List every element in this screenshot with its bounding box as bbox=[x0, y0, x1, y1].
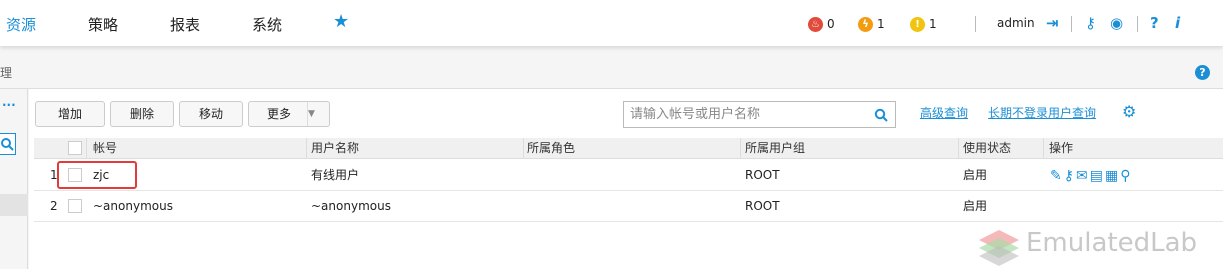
current-user[interactable]: admin bbox=[997, 16, 1035, 30]
gear-icon[interactable]: ⚙ bbox=[1122, 102, 1136, 121]
exclamation-icon: ! bbox=[910, 17, 925, 32]
warning-alarm-status[interactable]: ϟ1 bbox=[858, 16, 885, 32]
state-cell: 启用 bbox=[963, 168, 988, 182]
left-tree-panel bbox=[0, 89, 28, 269]
nav-reports[interactable]: 报表 bbox=[170, 0, 200, 46]
table-header: 帐号 用户名称 所属角色 所属用户组 使用状态 操作 bbox=[34, 138, 1223, 159]
tree-selected-node[interactable] bbox=[0, 194, 28, 216]
key-icon[interactable]: ⚷ bbox=[1085, 14, 1096, 32]
nav-resources[interactable]: 资源 bbox=[6, 0, 36, 46]
search-placeholder: 请输入帐号或用户名称 bbox=[630, 107, 761, 122]
column-divider bbox=[523, 138, 524, 159]
column-divider bbox=[1043, 138, 1044, 159]
add-button[interactable]: 增加 bbox=[35, 101, 105, 127]
divider bbox=[975, 16, 976, 32]
help-icon[interactable]: ? bbox=[1150, 14, 1159, 32]
highlight-annotation bbox=[57, 161, 137, 189]
search-icon bbox=[1, 138, 14, 151]
detail-search-icon[interactable]: ▦ bbox=[1105, 168, 1120, 184]
fire-icon: ♨ bbox=[808, 17, 823, 32]
column-state[interactable]: 使用状态 bbox=[963, 138, 1011, 159]
info-icon[interactable]: i bbox=[1175, 14, 1180, 32]
state-cell: 启用 bbox=[963, 199, 988, 213]
export-icon[interactable]: ▤ bbox=[1090, 168, 1105, 184]
nav-policy[interactable]: 策略 bbox=[88, 0, 118, 46]
row-actions: ✎⚷✉▤▦⚲ bbox=[1050, 168, 1132, 184]
table-row[interactable]: 2 ~anonymous ~anonymous ROOT 启用 bbox=[34, 191, 1223, 222]
advanced-search-link[interactable]: 高级查询 bbox=[920, 104, 968, 121]
row-index: 2 bbox=[50, 199, 58, 213]
settings-eye-icon[interactable]: ◉ bbox=[1110, 14, 1123, 32]
chevron-down-icon: ▼ bbox=[307, 102, 329, 126]
top-navigation-bar: 资源 策略 报表 系统 ★ ♨ 0 ϟ1 ! 1 admin ⇥ ⚷ ◉ ? i bbox=[0, 0, 1223, 46]
key-transfer-icon[interactable]: ⚷ bbox=[1064, 168, 1076, 184]
column-account[interactable]: 帐号 bbox=[93, 138, 117, 159]
tree-search-field[interactable] bbox=[0, 133, 16, 155]
column-role[interactable]: 所属角色 bbox=[527, 138, 575, 159]
delete-button[interactable]: 删除 bbox=[110, 101, 174, 127]
bolt-icon: ϟ bbox=[858, 17, 873, 32]
column-username[interactable]: 用户名称 bbox=[311, 138, 359, 159]
search-input[interactable]: 请输入帐号或用户名称 bbox=[623, 101, 896, 128]
inactive-users-search-link[interactable]: 长期不登录用户查询 bbox=[988, 104, 1096, 121]
move-button[interactable]: 移动 bbox=[179, 101, 243, 127]
row-checkbox[interactable] bbox=[68, 199, 82, 213]
divider bbox=[1137, 16, 1138, 32]
watermark-logo-icon bbox=[979, 230, 1019, 266]
column-divider bbox=[86, 138, 87, 159]
page-help-icon[interactable]: ? bbox=[1195, 65, 1210, 80]
more-label: 更多 bbox=[267, 107, 292, 121]
divider bbox=[1071, 16, 1072, 32]
group-cell: ROOT bbox=[745, 168, 780, 182]
column-divider bbox=[958, 138, 959, 159]
select-all-checkbox[interactable] bbox=[68, 141, 82, 155]
table-row[interactable]: 1 zjc 有线用户 ROOT 启用 bbox=[34, 160, 1223, 191]
group-cell: ROOT bbox=[745, 199, 780, 213]
search-icon[interactable]: ⚲ bbox=[1120, 168, 1132, 184]
username-cell: 有线用户 bbox=[311, 168, 360, 182]
search-icon[interactable] bbox=[874, 108, 888, 122]
tree-more-icon[interactable]: ··· bbox=[2, 98, 16, 112]
account-cell: ~anonymous bbox=[93, 199, 173, 213]
watermark-text: EmulatedLab bbox=[1026, 228, 1198, 258]
column-divider bbox=[306, 138, 307, 159]
nav-system[interactable]: 系统 bbox=[252, 0, 282, 46]
column-group[interactable]: 所属用户组 bbox=[745, 138, 805, 159]
favorites-star-icon[interactable]: ★ bbox=[333, 11, 349, 32]
logout-icon[interactable]: ⇥ bbox=[1046, 14, 1059, 32]
breadcrumb: 理 bbox=[0, 66, 13, 80]
notice-alarm-status[interactable]: ! 1 bbox=[910, 16, 937, 32]
critical-alarm-status[interactable]: ♨ 0 bbox=[808, 16, 835, 32]
mail-icon[interactable]: ✉ bbox=[1076, 168, 1090, 184]
column-divider bbox=[740, 138, 741, 159]
edit-icon[interactable]: ✎ bbox=[1050, 168, 1064, 184]
username-cell: ~anonymous bbox=[311, 199, 391, 213]
column-actions: 操作 bbox=[1049, 141, 1074, 155]
more-dropdown[interactable]: 更多 ▼ bbox=[248, 101, 330, 127]
